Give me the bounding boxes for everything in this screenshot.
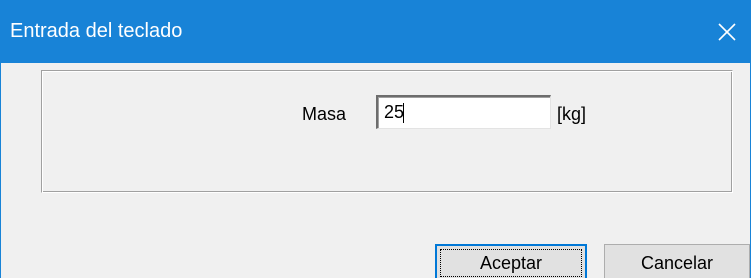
unit-label: [kg] (557, 104, 587, 124)
window-title: Entrada del teclado (10, 20, 183, 42)
title-bar[interactable]: Entrada del teclado (1, 0, 750, 63)
accept-button[interactable]: Aceptar (435, 244, 587, 278)
dialog-window: Entrada del teclado Masa [kg] Aceptar Ca… (0, 0, 751, 278)
accept-button-label: Aceptar (479, 252, 543, 273)
cancel-button-label: Cancelar (640, 252, 714, 273)
close-button[interactable] (704, 0, 750, 63)
mass-label: Masa (302, 104, 347, 124)
close-icon (718, 22, 736, 41)
cancel-button[interactable]: Cancelar (604, 244, 750, 278)
text-caret (403, 103, 404, 123)
input-group-box (41, 70, 733, 193)
